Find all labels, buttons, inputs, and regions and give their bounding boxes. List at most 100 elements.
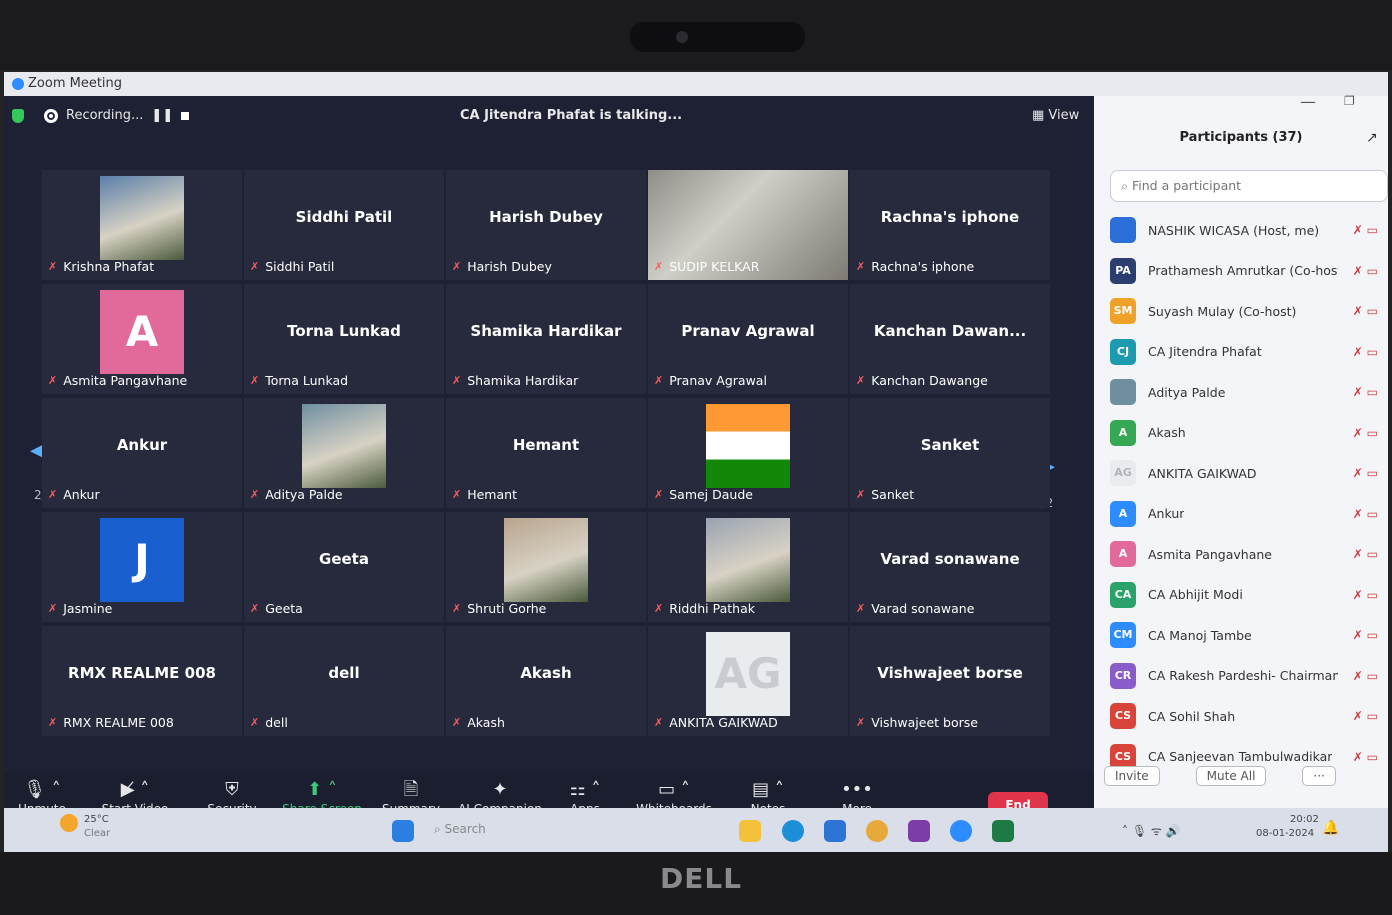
participant-video-tile[interactable]: Geeta ✗ Geeta [244,512,444,622]
mic-video-status-icon: ✗ ▭ [1352,749,1378,764]
shield-icon: ⛨ [225,779,239,800]
mic-muted-icon: ✗ [654,716,664,729]
participant-video-tile[interactable]: ✗ Samej Daude [648,398,848,508]
mic-video-status-icon: ✗ ▭ [1352,344,1378,359]
participant-video-tile[interactable]: dell ✗ dell [244,626,444,736]
participant-row[interactable]: AG ANKITA GAIKWAD ✗ ▭ [1110,453,1388,494]
avatar: AG [706,632,790,716]
zoom-taskbar-icon[interactable] [950,820,972,842]
restore-window-icon[interactable]: ❐ [1344,94,1355,108]
participant-video-tile[interactable]: Akash ✗ Akash [446,626,646,736]
participant-row[interactable]: CJ CA Jitendra Phafat ✗ ▭ [1110,332,1388,373]
participant-video-tile[interactable]: Sanket ✗ Sanket [850,398,1050,508]
participant-row[interactable]: CA CA Abhijit Modi ✗ ▭ [1110,575,1388,616]
onenote-icon[interactable] [908,820,930,842]
participant-name: Hemant [467,487,517,502]
pause-recording-icon[interactable]: ❚❚ [151,108,173,123]
participant-video-tile[interactable]: Shamika Hardikar ✗ Shamika Hardikar [446,284,646,394]
mute-all-button[interactable]: Mute All [1195,766,1267,786]
participant-video-tile[interactable]: Kanchan Dawan... ✗ Kanchan Dawange [850,284,1050,394]
participant-video-tile[interactable]: A ✗ Asmita Pangavhane [42,284,242,394]
participant-video-tile[interactable]: Vishwajeet borse ✗ Vishwajeet borse [850,626,1050,736]
participant-row[interactable]: CS CA Sohil Shah ✗ ▭ [1110,696,1388,737]
windows-start-icon[interactable] [392,820,414,842]
share-screen-icon: ⬆ ˄ [307,779,337,800]
invite-button[interactable]: Invite [1104,766,1160,786]
participant-name: Varad sonawane [871,601,975,616]
tile-name-label: ✗ Asmita Pangavhane [48,373,187,388]
participant-video-tile[interactable]: AG ✗ ANKITA GAIKWAD [648,626,848,736]
popout-icon[interactable]: ↗ [1366,130,1378,146]
mic-muted-icon: ✗ [250,716,260,729]
participant-row[interactable]: SM Suyash Mulay (Co-host) ✗ ▭ [1110,291,1388,332]
tile-name-label: ✗ Shruti Gorhe [452,601,546,616]
participant-video-tile[interactable]: ✗ Shruti Gorhe [446,512,646,622]
participant-video-tile[interactable]: Pranav Agrawal ✗ Pranav Agrawal [648,284,848,394]
weather-condition: Clear [84,828,111,839]
store-icon[interactable] [824,820,846,842]
participant-video-tile[interactable]: J ✗ Jasmine [42,512,242,622]
more-options-button[interactable]: ··· [1302,766,1336,786]
participant-video-tile[interactable]: Siddhi Patil ✗ Siddhi Patil [244,170,444,280]
participant-video-tile[interactable]: Varad sonawane ✗ Varad sonawane [850,512,1050,622]
participant-avatar [1110,217,1136,244]
participant-avatar: CA [1110,581,1136,608]
taskbar-search-icon: ⌕ [434,822,445,836]
weather-temp: 25°C [84,814,109,825]
participant-video-tile[interactable]: Torna Lunkad ✗ Torna Lunkad [244,284,444,394]
participant-video-tile[interactable]: RMX REALME 008 ✗ RMX REALME 008 [42,626,242,736]
mic-muted-icon: ✗ [856,260,866,273]
participant-video-tile[interactable]: ✗ Krishna Phafat [42,170,242,280]
encryption-shield-icon[interactable] [12,109,24,123]
participant-row[interactable]: A Akash ✗ ▭ [1110,413,1388,454]
mic-muted-icon: ✗ [856,602,866,615]
participant-video-tile[interactable]: Rachna's iphone ✗ Rachna's iphone [850,170,1050,280]
file-explorer-icon[interactable] [739,820,761,842]
participant-search-input[interactable]: ⌕ Find a participant [1110,170,1388,202]
participant-video-tile[interactable]: ✗ Riddhi Pathak [648,512,848,622]
tile-name-label: ✗ Ankur [48,487,100,502]
profile-photo [100,176,184,260]
participant-row[interactable]: CR CA Rakesh Pardeshi- Chairman... ✗ ▭ [1110,656,1388,697]
participant-actions: Invite Mute All ··· [1104,766,1336,786]
edge-icon[interactable] [782,820,804,842]
mic-video-status-icon: ✗ ▭ [1352,547,1378,562]
participant-video-tile[interactable]: Harish Dubey ✗ Harish Dubey [446,170,646,280]
participants-panel: — ❐ Participants (37) ↗ ⌕ Find a partici… [1094,92,1388,808]
participant-row[interactable]: A Asmita Pangavhane ✗ ▭ [1110,534,1388,575]
chrome-icon[interactable] [866,820,888,842]
participant-video-tile[interactable]: Hemant ✗ Hemant [446,398,646,508]
taskbar-search-label: Search [444,822,486,836]
participant-row[interactable]: Aditya Palde ✗ ▭ [1110,372,1388,413]
laptop-bottom-bezel: DELL [0,852,1392,915]
participant-video-tile[interactable]: ✗ Aditya Palde [244,398,444,508]
view-label: View [1048,108,1080,123]
participant-row[interactable]: A Ankur ✗ ▭ [1110,494,1388,535]
screen: Zoom Meeting Recording... ❚❚ CA Jitendra… [4,72,1388,852]
excel-icon[interactable] [992,820,1014,842]
tile-name-label: ✗ SUDIP KELKAR [654,259,759,274]
mic-muted-icon: ✗ [250,602,260,615]
mic-video-status-icon: ✗ ▭ [1352,263,1378,278]
notification-bell-icon[interactable]: 🔔 [1322,820,1339,836]
record-icon [44,108,58,123]
tile-name-label: ✗ Harish Dubey [452,259,552,274]
recording-indicator[interactable]: Recording... ❚❚ [44,108,190,123]
participant-name: Asmita Pangavhane [1148,546,1272,562]
participant-name: Aditya Palde [265,487,343,502]
participant-row[interactable]: NASHIK WICASA (Host, me) ✗ ▭ [1110,210,1388,251]
system-tray-icons[interactable]: ˄ 🎙 ᯤ 🔊 [1122,822,1181,839]
weather-icon [60,814,78,832]
view-button[interactable]: ▦ View [1032,108,1079,123]
participant-video-tile[interactable]: Ankur ✗ Ankur [42,398,242,508]
participant-name: CA Jitendra Phafat [1148,344,1262,360]
stop-recording-icon[interactable] [181,111,190,120]
participant-name: Kanchan Dawange [871,373,988,388]
minimize-window-icon[interactable]: — [1300,92,1316,111]
participant-video-tile[interactable]: ✗ SUDIP KELKAR [648,170,848,280]
participant-row[interactable]: PA Prathamesh Amrutkar (Co-host) ✗ ▭ [1110,251,1388,292]
tile-name-label: ✗ Samej Daude [654,487,753,502]
participant-row[interactable]: CM CA Manoj Tambe ✗ ▭ [1110,615,1388,656]
taskbar-search[interactable]: ⌕ Search [434,822,486,837]
tile-name-label: ✗ Vishwajeet borse [856,715,978,730]
